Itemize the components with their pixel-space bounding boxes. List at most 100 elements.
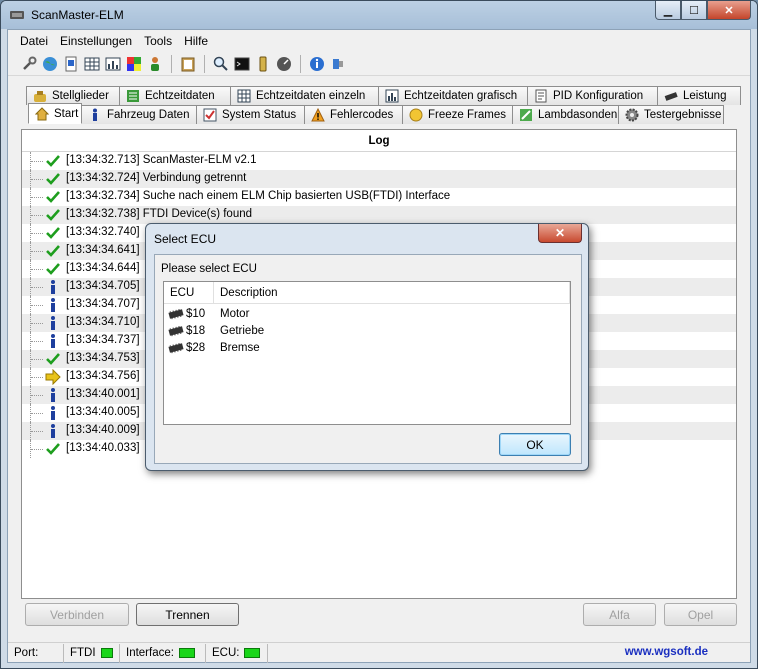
gear-icon — [625, 108, 639, 122]
menu-hilfe[interactable]: Hilfe — [178, 34, 214, 48]
tree-line — [30, 242, 44, 260]
minimize-button[interactable]: ▁ — [655, 1, 681, 20]
menu-tools[interactable]: Tools — [138, 34, 178, 48]
verbinden-button[interactable]: Verbinden — [25, 603, 129, 626]
info-icon — [88, 108, 102, 122]
terminal-icon[interactable] — [233, 55, 251, 73]
bar-chart-icon — [385, 89, 399, 103]
column-ecu[interactable]: ECU — [164, 282, 214, 303]
document-icon[interactable] — [62, 55, 80, 73]
tab-lambdasonden[interactable]: Lambdasonden — [512, 105, 619, 124]
log-text: [13:34:32.713] ScanMaster-ELM v2.1 — [66, 154, 257, 166]
globe-icon[interactable] — [41, 55, 59, 73]
connector-icon[interactable] — [329, 55, 347, 73]
info-icon — [45, 315, 61, 331]
clipboard-icon[interactable] — [179, 55, 197, 73]
ecu-list: ECU Description $10 Motor $18 Getriebe $28 Br… — [163, 281, 571, 425]
chip-icon — [168, 342, 184, 354]
tab-pid-konfiguration[interactable]: PID Konfiguration — [527, 86, 658, 105]
check-icon — [45, 189, 61, 205]
tab-fehlercodes[interactable]: Fehlercodes — [304, 105, 403, 124]
log-text: [13:34:34.641] — [66, 244, 140, 256]
log-text: [13:34:34.737] — [66, 334, 140, 346]
menu-datei[interactable]: Datei — [14, 34, 54, 48]
menu-einstellungen[interactable]: Einstellungen — [54, 34, 138, 48]
port-led — [100, 648, 113, 658]
alfa-button[interactable]: Alfa — [583, 603, 656, 626]
close-button[interactable]: ✕ — [707, 1, 751, 20]
checkbox-icon — [203, 108, 217, 122]
tree-line — [30, 260, 44, 278]
check-icon — [45, 441, 61, 457]
palette-icon[interactable] — [125, 55, 143, 73]
ecu-id: $18 — [186, 324, 206, 337]
tree-line — [30, 170, 44, 188]
log-row[interactable]: [13:34:32.738] FTDI Device(s) found — [22, 206, 736, 224]
dialog-close-button[interactable]: ✕ — [538, 224, 582, 243]
column-description[interactable]: Description — [214, 282, 570, 303]
main-window: ScanMaster-ELM ▁ ☐ ✕ Datei Einstellungen… — [0, 0, 758, 669]
title-bar[interactable]: ScanMaster-ELM ▁ ☐ ✕ — [1, 1, 757, 29]
status-bar: Port: FTDI Interface: ECU: www.wgsoft.de — [8, 642, 750, 663]
tree-line — [30, 296, 44, 314]
app-icon — [10, 11, 24, 19]
check-icon — [45, 243, 61, 259]
ecu-row[interactable]: $28 Bremse — [164, 339, 570, 356]
tab-testergebnisse[interactable]: Testergebnisse — [618, 105, 724, 124]
tab-system-status[interactable]: System Status — [196, 105, 305, 124]
tab-start[interactable]: Start — [28, 103, 82, 124]
trennen-button[interactable]: Trennen — [136, 603, 239, 626]
ecu-description: Bremse — [220, 341, 260, 354]
check-icon — [45, 153, 61, 169]
opel-button[interactable]: Opel — [664, 603, 737, 626]
log-text: [13:34:32.724] Verbindung getrennt — [66, 172, 247, 184]
search-icon[interactable] — [212, 55, 230, 73]
check-icon — [45, 225, 61, 241]
stellglieder-icon — [33, 89, 47, 103]
log-row[interactable]: [13:34:32.734] Suche nach einem ELM Chip… — [22, 188, 736, 206]
tab-echtzeitdaten[interactable]: Echtzeitdaten — [119, 86, 231, 105]
wrench-icon[interactable] — [20, 55, 38, 73]
tree-line — [30, 152, 44, 170]
info-icon — [45, 279, 61, 295]
info-icon — [45, 333, 61, 349]
ecu-cell: ECU: — [206, 643, 268, 663]
log-text: [13:34:40.009] — [66, 424, 140, 436]
ok-button[interactable]: OK — [499, 433, 571, 456]
dialog-title: Select ECU — [154, 232, 217, 246]
ecu-id: $28 — [186, 341, 206, 354]
log-row[interactable]: [13:34:32.713] ScanMaster-ELM v2.1 — [22, 152, 736, 170]
ecu-row[interactable]: $10 Motor — [164, 305, 570, 322]
window-title: ScanMaster-ELM — [31, 8, 124, 22]
ecu-list-header: ECU Description — [164, 282, 570, 304]
info-icon[interactable] — [308, 55, 326, 73]
gauge-icon[interactable] — [275, 55, 293, 73]
maximize-button[interactable]: ☐ — [681, 1, 707, 20]
ecu-description: Getriebe — [220, 324, 265, 337]
tab-leistung[interactable]: Leistung — [657, 86, 741, 105]
tree-line — [30, 422, 44, 440]
tree-line — [30, 188, 44, 206]
chart-icon[interactable] — [104, 55, 122, 73]
battery-icon[interactable] — [254, 55, 272, 73]
tab-fahrzeug-daten[interactable]: Fahrzeug Daten — [81, 105, 197, 124]
tab-echtzeitdaten-einzeln[interactable]: Echtzeitdaten einzeln — [230, 86, 379, 105]
interface-label: Interface: — [126, 647, 174, 659]
log-text: [13:34:40.005] — [66, 406, 140, 418]
log-row[interactable]: [13:34:32.724] Verbindung getrennt — [22, 170, 736, 188]
ecu-row[interactable]: $18 Getriebe — [164, 322, 570, 339]
toolbar — [8, 52, 750, 76]
info-icon — [45, 297, 61, 313]
home-icon — [35, 106, 49, 121]
warning-icon — [311, 108, 325, 122]
log-header: Log — [22, 130, 736, 152]
website-link[interactable]: www.wgsoft.de — [625, 646, 708, 658]
tab-row-bottom: Start Fahrzeug Daten System Status Fehle… — [28, 103, 724, 124]
person-icon[interactable] — [146, 55, 164, 73]
tab-echtzeitdaten-grafisch[interactable]: Echtzeitdaten grafisch — [378, 86, 528, 105]
tree-line — [30, 332, 44, 350]
interface-led — [178, 648, 195, 658]
table-icon[interactable] — [83, 55, 101, 73]
tab-freeze-frames[interactable]: Freeze Frames — [402, 105, 513, 124]
port-label: Port: — [14, 647, 39, 659]
